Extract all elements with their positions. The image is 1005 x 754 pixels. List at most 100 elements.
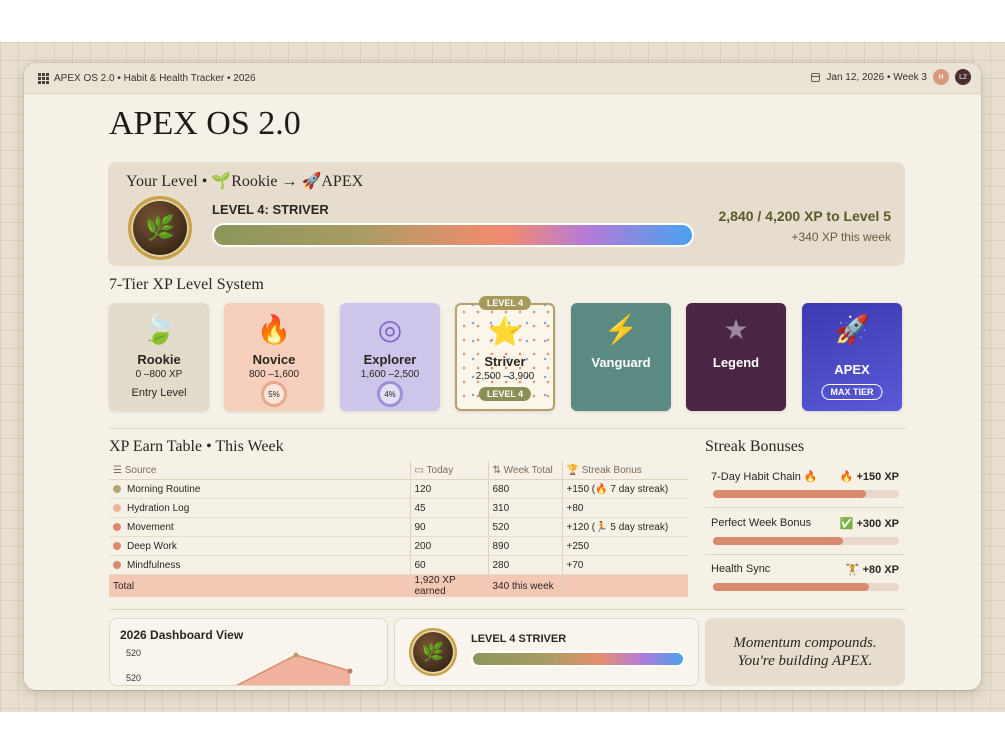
tier-range: 0 –800 XP bbox=[135, 369, 183, 380]
mini-level-panel: 🌿 LEVEL 4 STRIVER bbox=[394, 618, 699, 686]
earn-table-title: XP Earn Table • This Week bbox=[109, 438, 284, 455]
streak-value: 🔥 +150 XP bbox=[839, 471, 899, 483]
tier-subtitle: Entry Level bbox=[131, 387, 187, 399]
data-point bbox=[293, 652, 299, 658]
level-pill: LEVEL 4 bbox=[478, 387, 532, 401]
quote-line: You're building APEX. bbox=[737, 653, 873, 669]
tier-range: 1,600 –2,500 bbox=[360, 369, 420, 380]
bonus-cell: +120 (🏃 5 day streak) bbox=[562, 517, 688, 537]
xp-progress-text: 2,840 / 4,200 XP to Level 5 bbox=[718, 208, 891, 224]
streak-label: 7-Day Habit Chain 🔥 bbox=[711, 471, 818, 483]
source-cell: Morning Routine bbox=[109, 479, 411, 499]
level-card: Your Level • 🌱Rookie → 🚀APEX 🌿 LEVEL 4: … bbox=[108, 162, 905, 266]
tier-name: Novice bbox=[252, 352, 296, 367]
divider bbox=[705, 554, 905, 555]
streak-item[interactable]: Perfect Week Bonus ✅ +300 XP bbox=[705, 517, 905, 551]
tier-name: Rookie bbox=[137, 352, 181, 367]
tier-name: Legend bbox=[712, 355, 760, 370]
tier-name: Explorer bbox=[363, 352, 417, 367]
streak-item[interactable]: 7-Day Habit Chain 🔥 🔥 +150 XP bbox=[705, 470, 905, 504]
tier-card-novice[interactable]: 🔥 Novice 800 –1,600 5% bbox=[224, 303, 324, 411]
rocket-icon: 🚀 bbox=[834, 314, 870, 345]
tier-card-striver[interactable]: LEVEL 4 ⭐ Striver 2,500 –3,900 LEVEL 4 bbox=[455, 296, 555, 411]
table-row[interactable]: Movement 90 520 +120 (🏃 5 day streak) bbox=[109, 517, 688, 537]
streak-label: Perfect Week Bonus bbox=[711, 517, 812, 529]
area-series bbox=[237, 655, 350, 685]
streak-item[interactable]: Health Sync 🏋 +80 XP bbox=[705, 563, 905, 597]
star-icon: ★ bbox=[723, 314, 749, 345]
table-row[interactable]: Morning Routine 120 680 +150 (🔥 7 day strea… bbox=[109, 479, 688, 499]
streak-progress-track bbox=[713, 583, 899, 591]
column-header-source[interactable]: ☰ Source bbox=[109, 461, 411, 480]
progress-ring: 4% bbox=[377, 381, 403, 407]
streak-progress-fill bbox=[713, 583, 870, 591]
bonus-cell: +70 bbox=[562, 555, 688, 575]
streak-label: Health Sync bbox=[711, 563, 771, 575]
table-row[interactable]: Hydration Log 45 310 +80 bbox=[109, 498, 688, 518]
dashboard-panel: 2026 Dashboard View 520 520 bbox=[109, 618, 388, 686]
bonus-cell: +250 bbox=[562, 536, 688, 556]
divider bbox=[109, 609, 906, 610]
table-row[interactable]: Deep Work 200 890 +250 bbox=[109, 536, 688, 556]
column-header-week-total[interactable]: ⇅ Week Total bbox=[488, 461, 563, 480]
today-cell: 45 bbox=[410, 498, 489, 518]
total-label: Total bbox=[109, 574, 411, 597]
dashboard-area-chart bbox=[236, 652, 353, 685]
bonus-cell: +80 bbox=[562, 498, 688, 518]
xp-progress-bar bbox=[212, 223, 694, 247]
source-dot bbox=[113, 522, 121, 531]
earn-table: ☰ Source ▭ Today ⇅ Week Total 🏆 Streak B… bbox=[109, 461, 688, 597]
streak-title: Streak Bonuses bbox=[705, 438, 805, 455]
motivation-quote: Momentum compounds. You're building APEX… bbox=[705, 618, 905, 686]
level-card-header: Your Level • 🌱Rookie → 🚀APEX bbox=[126, 173, 364, 190]
tier-card-apex[interactable]: 🚀 APEX MAX TIER bbox=[802, 303, 902, 411]
mini-xp-bar bbox=[471, 651, 685, 667]
page-title: APEX OS 2.0 bbox=[109, 105, 301, 142]
streak-progress-track bbox=[713, 490, 899, 498]
tier-name: APEX bbox=[834, 362, 870, 377]
xp-week-text: +340 XP this week bbox=[791, 230, 891, 244]
source-dot bbox=[113, 484, 121, 493]
tier-range: 800 –1,600 bbox=[248, 369, 300, 380]
sprout-icon: 🌿 bbox=[145, 214, 175, 242]
streak-value: ✅ +300 XP bbox=[839, 518, 899, 530]
source-dot bbox=[113, 560, 121, 569]
week-cell: 310 bbox=[488, 498, 563, 518]
total-today: 1,920 XP earned bbox=[410, 574, 489, 597]
streak-value: 🏋 +80 XP bbox=[845, 564, 899, 576]
fire-icon: 🔥 bbox=[256, 314, 292, 345]
total-bonus bbox=[562, 574, 688, 597]
source-dot bbox=[113, 541, 121, 550]
tier-name: Striver bbox=[484, 354, 526, 369]
streak-progress-fill bbox=[713, 537, 844, 545]
sprout-icon: 🌿 bbox=[421, 641, 445, 662]
max-tier-pill: MAX TIER bbox=[821, 384, 883, 400]
quote-line: Momentum compounds. bbox=[733, 635, 877, 651]
today-cell: 200 bbox=[410, 536, 489, 556]
table-row[interactable]: Mindfulness 60 280 +70 bbox=[109, 555, 688, 575]
level-badge: 🌿 bbox=[128, 196, 192, 260]
source-cell: Movement bbox=[109, 517, 411, 537]
level-badge: 🌿 bbox=[409, 628, 457, 676]
column-header-streak-bonus[interactable]: 🏆 Streak Bonus bbox=[562, 461, 688, 480]
week-cell: 890 bbox=[488, 536, 563, 556]
today-cell: 60 bbox=[410, 555, 489, 575]
streak-progress-track bbox=[713, 537, 899, 545]
week-cell: 280 bbox=[488, 555, 563, 575]
leaf-icon: 🍃 bbox=[141, 314, 177, 345]
bonus-cell: +150 (🔥 7 day streak) bbox=[562, 479, 688, 499]
tier-card-explorer[interactable]: ◎ Explorer 1,600 –2,500 4% bbox=[340, 303, 440, 411]
compass-ring-icon: ◎ bbox=[377, 314, 403, 345]
progress-ring: 5% bbox=[261, 381, 287, 407]
source-dot bbox=[113, 503, 121, 512]
tier-card-vanguard[interactable]: ⚡ Vanguard bbox=[571, 303, 671, 411]
divider bbox=[109, 428, 906, 429]
week-cell: 680 bbox=[488, 479, 563, 499]
divider bbox=[705, 507, 905, 508]
tier-card-rookie[interactable]: 🍃 Rookie 0 –800 XP Entry Level bbox=[109, 303, 209, 411]
streak-progress-fill bbox=[713, 490, 866, 498]
lightning-icon: ⚡ bbox=[603, 314, 639, 345]
column-header-today[interactable]: ▭ Today bbox=[410, 461, 489, 480]
tiers-title: 7-Tier XP Level System bbox=[109, 276, 264, 293]
tier-card-legend[interactable]: ★ Legend bbox=[686, 303, 786, 411]
